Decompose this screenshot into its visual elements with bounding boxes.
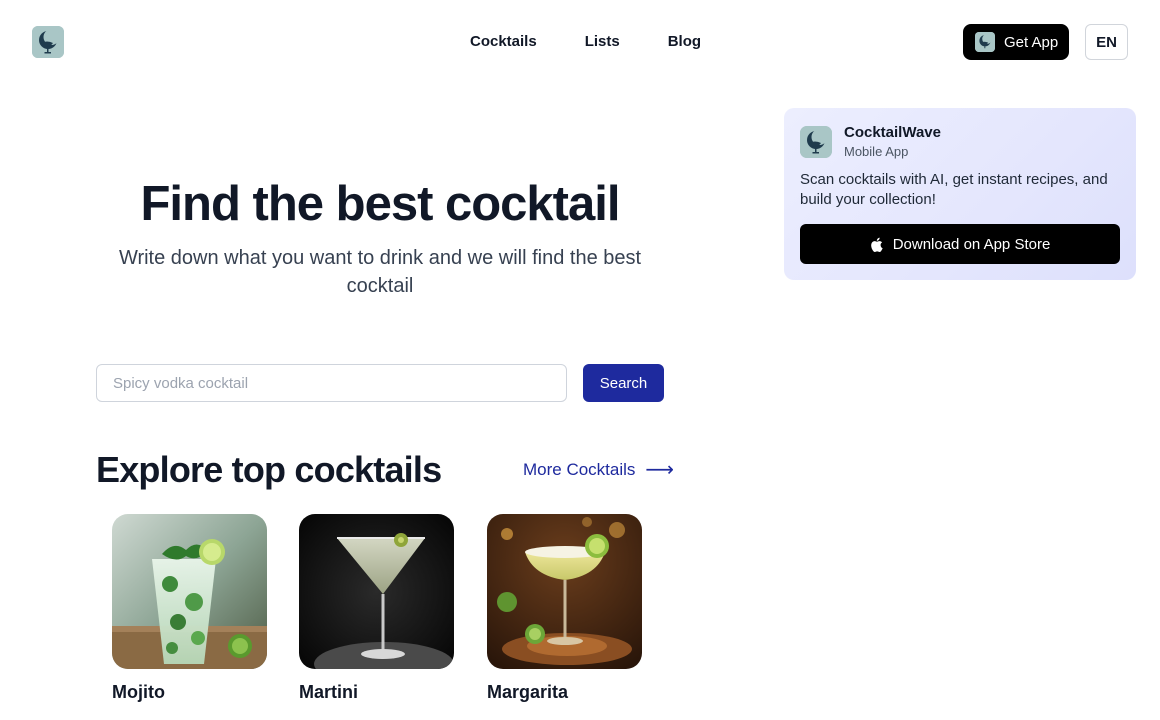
cocktail-name: Mojito — [112, 682, 165, 702]
page-title: Find the best cocktail — [140, 177, 621, 231]
app-name: CocktailWave — [844, 124, 941, 141]
page-subtitle: Write down what you want to drink and we… — [118, 247, 642, 297]
margarita-image — [487, 514, 642, 669]
app-logo-icon — [800, 126, 832, 158]
cocktail-card-margarita[interactable]: Margarita — [487, 514, 643, 703]
search-input[interactable] — [96, 364, 567, 402]
get-app-button[interactable]: Get App — [963, 24, 1069, 60]
cocktail-name: Margarita — [487, 682, 569, 702]
download-app-store-button[interactable]: Download on App Store — [800, 224, 1120, 264]
explore-heading: Explore top cocktails — [96, 449, 442, 490]
cocktail-card-martini[interactable]: Martini — [299, 514, 455, 703]
more-cocktails-link[interactable]: More Cocktails ⟶ — [523, 459, 674, 481]
app-promo-panel: CocktailWave Mobile App Scan cocktails w… — [784, 108, 1136, 280]
mojito-image — [112, 514, 267, 669]
nav-blog[interactable]: Blog — [668, 33, 701, 50]
logo-icon[interactable] — [32, 26, 64, 58]
language-selector[interactable]: EN — [1085, 24, 1128, 60]
download-label: Download on App Store — [892, 235, 1051, 253]
martini-image — [299, 514, 454, 669]
more-cocktails-label: More Cocktails — [523, 460, 636, 479]
nav-cocktails[interactable]: Cocktails — [470, 33, 537, 50]
app-description: Scan cocktails with AI, get instant reci… — [800, 171, 1108, 208]
page: Cocktails Lists Blog Get App EN Find the… — [0, 0, 1160, 720]
main-nav: Cocktails Lists Blog — [470, 31, 701, 51]
search-button[interactable]: Search — [583, 364, 664, 402]
cocktail-name: Martini — [299, 682, 359, 702]
arrow-right-icon: ⟶ — [645, 459, 675, 481]
apple-icon — [870, 237, 883, 252]
cocktail-card-mojito[interactable]: Mojito — [112, 514, 268, 703]
nav-lists[interactable]: Lists — [585, 33, 620, 50]
get-app-label: Get App — [1004, 33, 1059, 51]
app-type: Mobile App — [844, 144, 909, 159]
app-logo-icon — [975, 32, 995, 52]
